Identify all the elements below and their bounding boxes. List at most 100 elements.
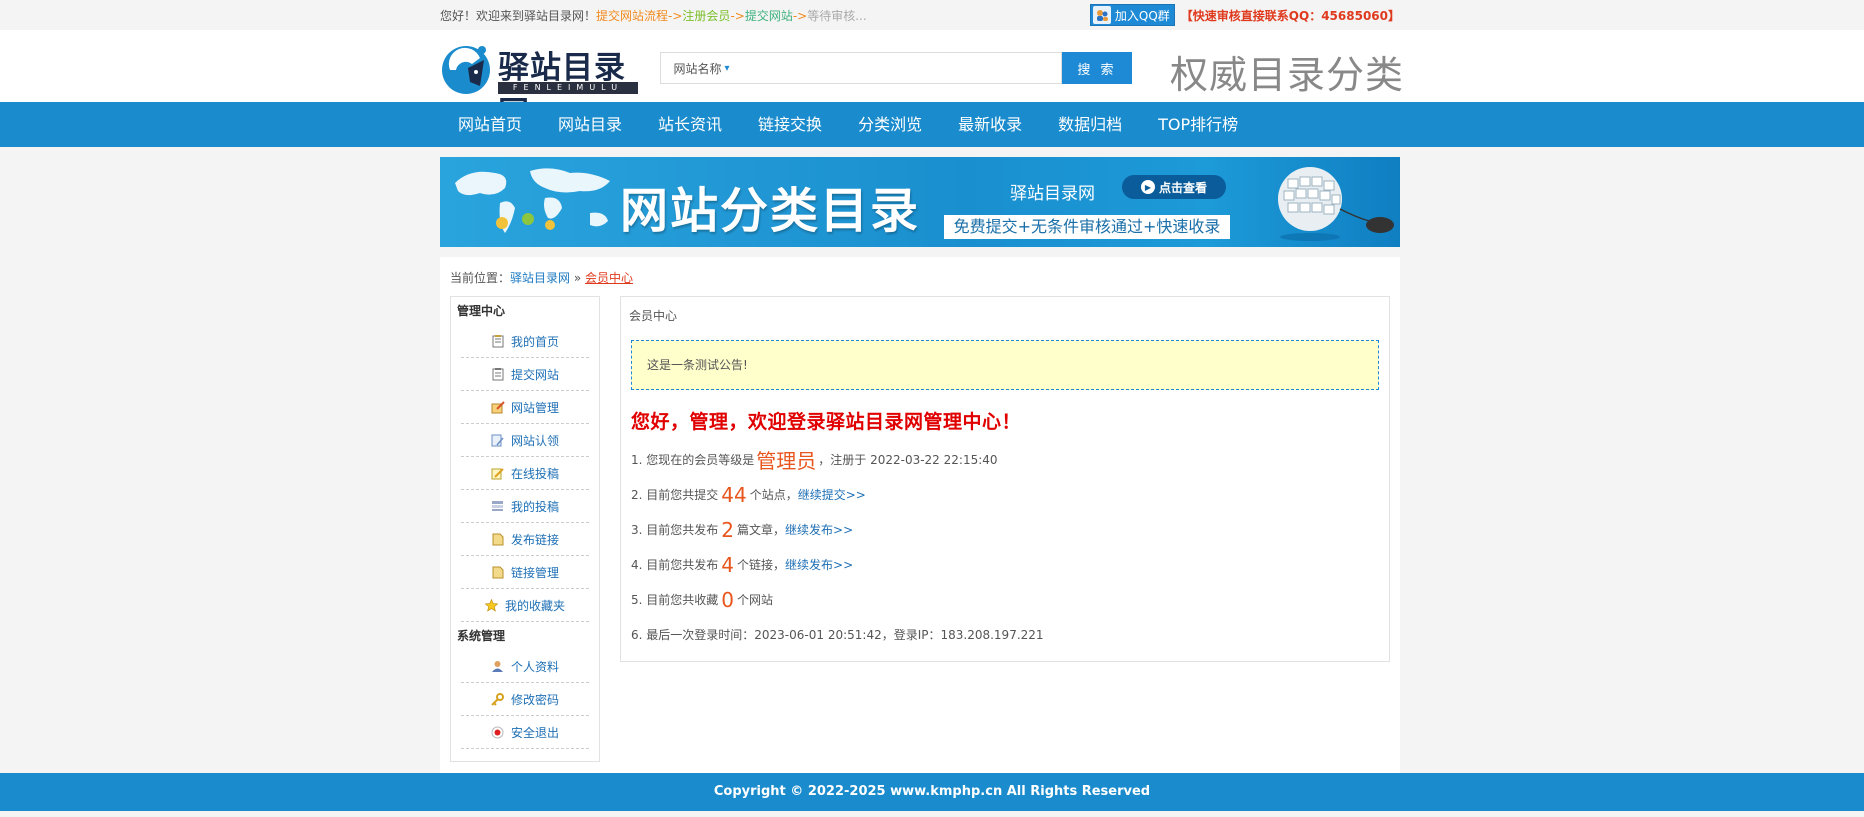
await-review-text: 等待审核... xyxy=(807,8,867,23)
copyright-text: Copyright © 2022-2025 www.kmphp.cn All R… xyxy=(713,784,1151,799)
stat-text: 个链接， xyxy=(737,558,786,572)
logout-icon xyxy=(491,725,505,739)
nav-item-top-ranking[interactable]: TOP排行榜 xyxy=(1140,102,1256,147)
logo[interactable]: 驿站目录网 FENLEIMULU xyxy=(440,40,640,131)
sidebar-group-title: 系统管理 xyxy=(457,629,506,643)
continue-publish-article-link[interactable]: 继续发布>> xyxy=(785,521,853,538)
member-level-value: 管理员 xyxy=(756,449,817,473)
sidebar-item-logout[interactable]: 安全退出 xyxy=(461,716,589,749)
play-icon: ▶ xyxy=(1140,180,1155,194)
breadcrumb-current-link[interactable]: 会员中心 xyxy=(585,271,633,285)
sidebar-item-publish-link[interactable]: 发布链接 xyxy=(461,523,589,556)
main-panel: 当前位置：驿站目录网 » 会员中心 管理中心 我的首页 提交网站 网站管理 网站… xyxy=(440,257,1400,773)
sidebar-item-label: 发布链接 xyxy=(510,532,559,547)
nav-item-latest[interactable]: 最新收录 xyxy=(940,102,1040,147)
sidebar-item-label: 在线投稿 xyxy=(510,466,559,481)
top-bar-inner: 您好！欢迎来到驿站目录网！提交网站流程->注册会员->提交网站->等待审核...… xyxy=(440,0,1400,30)
clipboard-icon xyxy=(491,367,505,381)
stat-number: 4 xyxy=(721,552,734,577)
sidebar-item-label: 我的收藏夹 xyxy=(504,598,565,613)
sidebar-item-label: 网站认领 xyxy=(510,433,559,448)
stat-sites-submitted: 2. 目前您共提交 44 个站点， 继续提交>> xyxy=(631,477,1044,512)
header-slogan: 权威目录分类 xyxy=(1170,53,1405,97)
sidebar-item-favorites[interactable]: 我的收藏夹 xyxy=(461,589,589,622)
banner-view-button[interactable]: ▶ 点击查看 xyxy=(1122,175,1226,199)
breadcrumb: 当前位置：驿站目录网 » 会员中心 xyxy=(450,269,633,286)
search-type-label: 网站名称 xyxy=(673,61,722,76)
continue-publish-link-link[interactable]: 继续发布>> xyxy=(785,556,853,573)
continue-submit-link[interactable]: 继续提交>> xyxy=(798,486,866,503)
sidebar-item-label: 修改密码 xyxy=(510,692,559,707)
sidebar-item-site-manage[interactable]: 网站管理 xyxy=(461,391,589,424)
sidebar-item-site-claim[interactable]: 网站认领 xyxy=(461,424,589,457)
sidebar-item-label: 我的首页 xyxy=(510,334,559,349)
sidebar-item-label: 网站管理 xyxy=(510,400,559,415)
join-qq-group-label: 加入QQ群 xyxy=(1114,8,1170,23)
stat-number: 44 xyxy=(721,482,747,507)
arrow: -> xyxy=(668,8,683,23)
sidebar-group-system: 个人资料 修改密码 安全退出 xyxy=(451,650,599,749)
sidebar-item-link-manage[interactable]: 链接管理 xyxy=(461,556,589,589)
arrow: -> xyxy=(792,8,808,23)
stat-number: 0 xyxy=(721,587,734,612)
breadcrumb-separator: » xyxy=(573,271,582,285)
submit-flow-link[interactable]: 提交网站流程 xyxy=(596,9,668,23)
banner-title: 网站分类目录 xyxy=(620,183,921,239)
doc-icon xyxy=(491,565,505,579)
search-bar: 网站名称 ▾ 搜 索 xyxy=(660,52,1132,84)
nav-item-link-exchange[interactable]: 链接交换 xyxy=(740,102,840,147)
nav-item-home[interactable]: 网站首页 xyxy=(440,102,540,147)
arrow: -> xyxy=(730,8,745,23)
member-stats-list: 1. 您现在的会员等级是 管理员 ，注册于 2022-03-22 22:15:40 … xyxy=(631,442,1044,652)
sidebar-group-manage: 我的首页 提交网站 网站管理 网站认领 在线投稿 我的投稿 发布链接 链接管理 … xyxy=(451,325,599,622)
stat-text: 6. 最后一次登录时间：2023-06-01 20:51:42，登录IP：183… xyxy=(631,628,1044,642)
user-icon xyxy=(491,659,505,673)
stat-links-published: 4. 目前您共发布 4 个链接， 继续发布>> xyxy=(631,547,1044,582)
stat-text: 篇文章， xyxy=(737,523,786,537)
search-type-select[interactable]: 网站名称 ▾ xyxy=(660,52,742,84)
nav-item-categories[interactable]: 分类浏览 xyxy=(840,102,940,147)
breadcrumb-prefix: 当前位置： xyxy=(450,271,511,285)
submit-site-link[interactable]: 提交网站 xyxy=(745,9,793,23)
search-input[interactable] xyxy=(742,52,1062,84)
banner-view-label: 点击查看 xyxy=(1158,180,1207,195)
logo-subtitle: FENLEIMULU xyxy=(498,82,638,94)
top-bar-left: 您好！欢迎来到驿站目录网！提交网站流程->注册会员->提交网站->等待审核... xyxy=(440,7,867,24)
stat-number: 2 xyxy=(721,517,734,542)
stat-last-login: 6. 最后一次登录时间：2023-06-01 20:51:42，登录IP：183… xyxy=(631,617,1044,652)
sidebar-item-my-posts[interactable]: 我的投稿 xyxy=(461,490,589,523)
search-button[interactable]: 搜 索 xyxy=(1062,52,1132,84)
sidebar-item-my-home[interactable]: 我的首页 xyxy=(461,325,589,358)
breadcrumb-home-link[interactable]: 驿站目录网 xyxy=(510,271,570,285)
banner-site-name: 驿站目录网 xyxy=(1010,184,1095,204)
register-link[interactable]: 注册会员 xyxy=(682,9,730,23)
stat-member-level: 1. 您现在的会员等级是 管理员 ，注册于 2022-03-22 22:15:40 xyxy=(631,442,1044,477)
nav-item-directory[interactable]: 网站目录 xyxy=(540,102,640,147)
nav-item-news[interactable]: 站长资讯 xyxy=(640,102,740,147)
sidebar-item-online-post[interactable]: 在线投稿 xyxy=(461,457,589,490)
chevron-down-icon: ▾ xyxy=(724,62,730,74)
stat-text: ，注册于 2022-03-22 22:15:40 xyxy=(818,453,998,467)
stat-text: 个网站 xyxy=(737,593,774,607)
keyboard-globe-icon xyxy=(1278,167,1394,241)
doc-icon xyxy=(491,532,505,546)
sidebar-item-profile[interactable]: 个人资料 xyxy=(461,650,589,683)
content-title: 会员中心 xyxy=(629,309,678,323)
sidebar-item-label: 提交网站 xyxy=(510,367,559,382)
notepad-icon xyxy=(491,334,505,348)
stat-text: 4. 目前您共发布 xyxy=(631,558,719,572)
nav-item-archive[interactable]: 数据归档 xyxy=(1040,102,1140,147)
notice-box: 这是一条测试公告! xyxy=(631,340,1379,390)
sidebar-item-submit-site[interactable]: 提交网站 xyxy=(461,358,589,391)
qq-group-icon xyxy=(1092,6,1111,24)
sidebar-item-label: 个人资料 xyxy=(510,659,559,674)
member-sidebar: 管理中心 我的首页 提交网站 网站管理 网站认领 在线投稿 我的投稿 发布链接 … xyxy=(450,296,600,762)
sidebar-item-label: 链接管理 xyxy=(510,565,559,580)
stat-text: 5. 目前您共收藏 xyxy=(631,593,719,607)
sidebar-item-change-password[interactable]: 修改密码 xyxy=(461,683,589,716)
promo-banner[interactable]: 网站分类目录 驿站目录网 ▶ 点击查看 免费提交+无条件审核通过+快速收录 xyxy=(440,157,1400,247)
stat-articles-published: 3. 目前您共发布 2 篇文章， 继续发布>> xyxy=(631,512,1044,547)
join-qq-group-button[interactable]: 加入QQ群 xyxy=(1089,4,1175,26)
sidebar-item-label: 我的投稿 xyxy=(510,499,559,514)
sidebar-group-title: 管理中心 xyxy=(457,304,506,318)
